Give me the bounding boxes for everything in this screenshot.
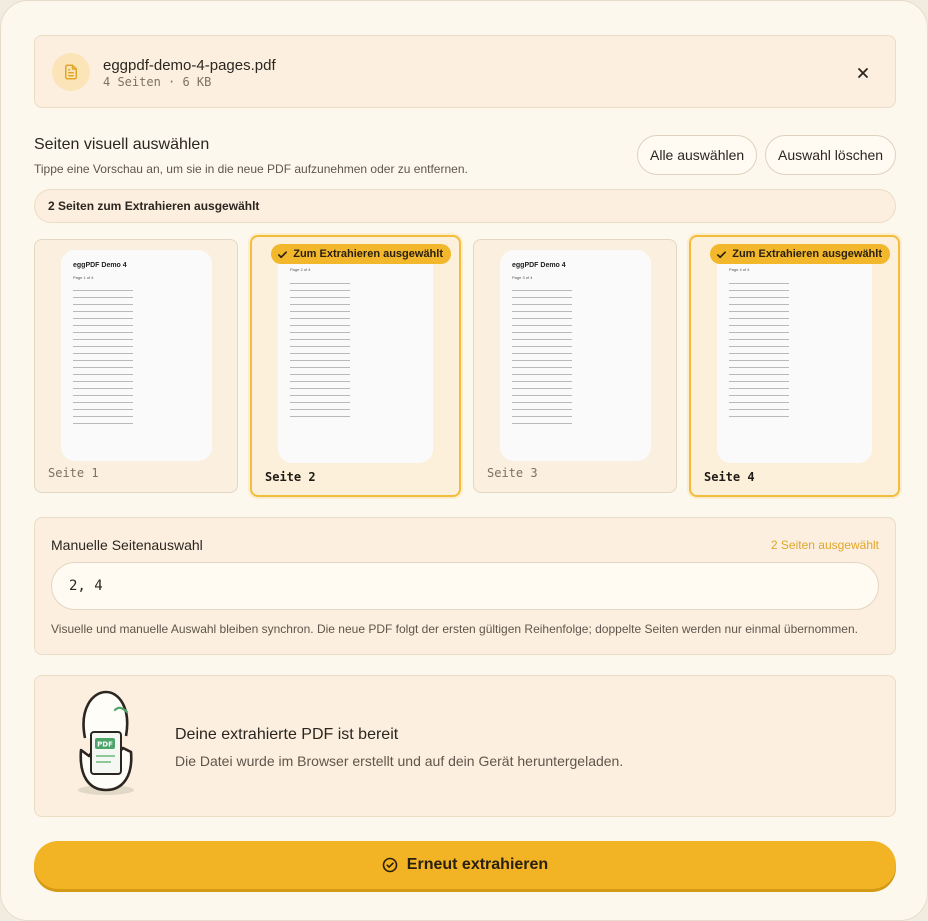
visual-select-subtitle: Tippe eine Vorschau an, um sie in die ne… [34, 162, 468, 176]
page-card-3[interactable]: eggPDF Demo 4 Page 3 of 4 Seite 3 [473, 239, 677, 493]
manual-selection-count: 2 Seiten ausgewählt [770, 538, 879, 552]
page-label: Seite 4 [704, 470, 755, 484]
selected-badge-label: Zum Extrahieren ausgewählt [732, 248, 882, 260]
check-icon [717, 250, 727, 258]
hatched-egg-pdf-icon: PDF [78, 690, 134, 795]
thumbnail-page-number: Page 1 of 4 [73, 275, 94, 280]
check-circle-icon [382, 857, 398, 873]
manual-selection-title: Manuelle Seitenauswahl [51, 537, 203, 553]
thumbnail-text-lines [729, 283, 789, 423]
result-box: PDF Deine extrahierte PDF ist bereit Die… [34, 675, 896, 817]
page-thumbnail: Page 4 of 4 [717, 249, 872, 463]
page-card-2[interactable]: Page 2 of 4 Zum Extrahieren ausgewählt S… [250, 235, 461, 497]
thumbnail-title: eggPDF Demo 4 [73, 262, 127, 269]
page-label: Seite 1 [48, 466, 99, 480]
document-icon [52, 53, 90, 91]
file-meta: 4 Seiten · 6 KB [103, 75, 212, 89]
clear-selection-button[interactable]: Auswahl löschen [765, 135, 897, 175]
page-thumbnail: Page 2 of 4 [278, 249, 433, 463]
page-thumbnail: eggPDF Demo 4 Page 3 of 4 [500, 250, 651, 461]
page-label: Seite 3 [487, 466, 538, 480]
page-thumbnail: eggPDF Demo 4 Page 1 of 4 [61, 250, 212, 461]
selected-badge: Zum Extrahieren ausgewählt [271, 244, 451, 264]
thumbnail-text-lines [512, 290, 572, 430]
extract-card: eggpdf-demo-4-pages.pdf 4 Seiten · 6 KB … [0, 0, 928, 921]
result-title: Deine extrahierte PDF ist bereit [175, 726, 399, 743]
extract-again-button[interactable]: Erneut extrahieren [34, 841, 896, 889]
illustration-badge-label: PDF [97, 741, 113, 749]
extract-again-label: Erneut extrahieren [406, 856, 549, 873]
thumbnail-page-number: Page 2 of 4 [290, 267, 311, 272]
thumbnail-page-number: Page 3 of 4 [512, 275, 533, 280]
thumbnail-text-lines [73, 290, 133, 430]
page-card-1[interactable]: eggPDF Demo 4 Page 1 of 4 Seite 1 [34, 239, 238, 493]
check-icon [278, 250, 288, 258]
page-label: Seite 2 [265, 470, 316, 484]
thumbnail-title: eggPDF Demo 4 [512, 262, 566, 269]
page-range-input[interactable]: 2, 4 [51, 562, 879, 610]
select-all-button[interactable]: Alle auswählen [637, 135, 758, 175]
file-name: eggpdf-demo-4-pages.pdf [103, 57, 276, 74]
selected-badge-label: Zum Extrahieren ausgewählt [293, 248, 443, 260]
manual-selection-box: Manuelle Seitenauswahl 2 Seiten ausgewäh… [34, 517, 896, 655]
page-card-4[interactable]: Page 4 of 4 Zum Extrahieren ausgewählt S… [689, 235, 900, 497]
file-info-box: eggpdf-demo-4-pages.pdf 4 Seiten · 6 KB [34, 35, 896, 108]
result-subtitle: Die Datei wurde im Browser erstellt und … [175, 753, 624, 769]
manual-selection-hint: Visuelle und manuelle Auswahl bleiben sy… [51, 622, 858, 636]
thumbnail-page-number: Page 4 of 4 [729, 267, 750, 272]
thumbnail-text-lines [290, 283, 350, 423]
selection-status: 2 Seiten zum Extrahieren ausgewählt [34, 189, 896, 223]
visual-select-title: Seiten visuell auswählen [34, 136, 210, 153]
selected-badge: Zum Extrahieren ausgewählt [710, 244, 890, 264]
close-icon[interactable] [851, 61, 875, 85]
